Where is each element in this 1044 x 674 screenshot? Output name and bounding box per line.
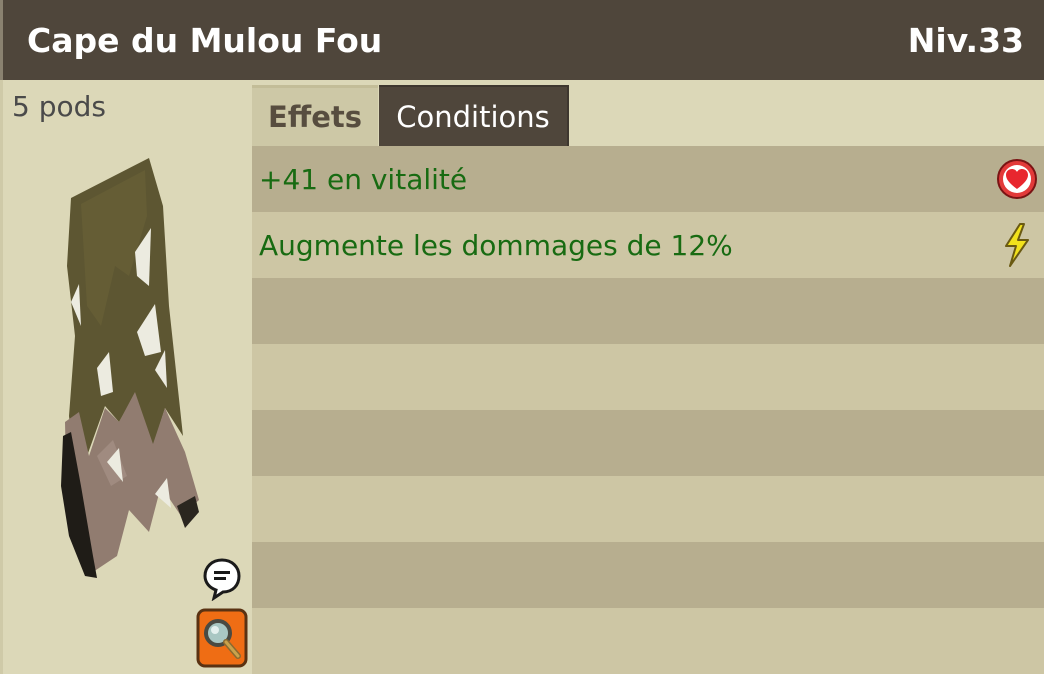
- effects-list: +41 en vitalité Augmente les dommages de…: [252, 146, 1044, 674]
- item-header: Cape du Mulou Fou Niv.33: [0, 0, 1044, 80]
- effect-row: [252, 542, 1044, 608]
- effect-row: [252, 608, 1044, 674]
- item-tabs: Effets Conditions: [252, 80, 1044, 146]
- effect-row: +41 en vitalité: [252, 146, 1044, 212]
- effect-row: [252, 344, 1044, 410]
- lightning-icon: [1005, 223, 1029, 267]
- speech-bubble-icon[interactable]: [202, 557, 242, 601]
- effect-text: Augmente les dommages de 12%: [259, 228, 733, 262]
- effect-row: [252, 410, 1044, 476]
- tab-conditions[interactable]: Conditions: [379, 85, 569, 146]
- effect-row: [252, 278, 1044, 344]
- effect-row: [252, 476, 1044, 542]
- item-weight: 5 pods: [12, 90, 106, 123]
- item-level: Niv.33: [907, 20, 1024, 60]
- effect-text: +41 en vitalité: [259, 162, 468, 196]
- item-preview-panel: 5 pods: [0, 80, 252, 674]
- magnifier-icon[interactable]: [196, 608, 248, 668]
- effect-row: Augmente les dommages de 12%: [252, 212, 1044, 278]
- item-name: Cape du Mulou Fou: [27, 20, 383, 60]
- heart-icon: [997, 159, 1037, 199]
- tab-effets[interactable]: Effets: [252, 85, 378, 146]
- torn-cape-icon: [61, 158, 199, 578]
